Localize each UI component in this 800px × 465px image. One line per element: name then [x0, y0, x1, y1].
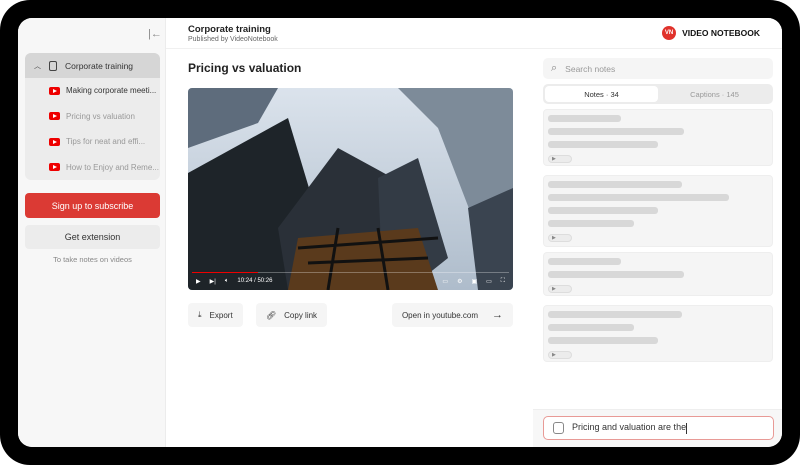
youtube-icon [49, 137, 60, 146]
playlist-item[interactable]: Pricing vs valuation [25, 104, 160, 130]
note-composer: Pricing and valuation are the [533, 409, 782, 447]
search-placeholder: Search notes [565, 63, 616, 74]
next-icon[interactable]: ▶| [210, 278, 216, 285]
settings-icon[interactable]: ⚙ [457, 278, 462, 285]
note-card[interactable]: ▶ [543, 252, 773, 296]
note-icon [553, 422, 564, 434]
video-player[interactable]: ▶ ▶| 🔈︎ 10:24 / 50:26 ▭ ⚙ ▣ ▭ ⛶ [188, 88, 513, 290]
open-youtube-label: Open in youtube.com [401, 310, 478, 320]
video-frame [188, 88, 513, 290]
logo-text: VIDEO NOTEBOOK [682, 28, 760, 38]
download-icon: ⤓ [198, 310, 202, 319]
play-icon[interactable]: ▶ [196, 278, 201, 285]
theater-icon[interactable]: ▭ [486, 278, 492, 285]
main-content: Pricing vs valuation ▶ ▶| 🔈︎ 10:24 / 50:… [166, 49, 533, 447]
logo-mark: VN [662, 26, 677, 40]
notes-panel: ⌕ Search notes Notes · 34 Captions · 145 … [533, 49, 782, 447]
video-actions: ⤓ Export 🔗︎ Copy link Open in youtube.com → [188, 303, 513, 327]
volume-icon[interactable]: 🔈︎ [225, 278, 229, 285]
youtube-icon [49, 112, 60, 121]
youtube-icon [49, 163, 60, 172]
playlist-item[interactable]: How to Enjoy and Reme... [25, 155, 160, 181]
header: Corporate training Published by VideoNot… [166, 18, 782, 49]
play-timestamp-icon[interactable]: ▶ [548, 285, 572, 293]
youtube-icon [49, 86, 60, 95]
video-title: Pricing vs valuation [188, 61, 302, 75]
captions-icon[interactable]: ▭ [442, 278, 448, 285]
playlist-header[interactable]: ︿ Corporate training [25, 53, 160, 78]
play-timestamp-icon[interactable]: ▶ [548, 234, 572, 242]
note-card[interactable]: ▶ [543, 305, 773, 362]
playlist-title: Corporate training [65, 60, 134, 71]
playlist-group: ︿ Corporate training Making corporate me… [25, 53, 160, 180]
video-controls: ▶ ▶| 🔈︎ 10:24 / 50:26 ▭ ⚙ ▣ ▭ ⛶ [188, 272, 513, 290]
notes-tabs: Notes · 34 Captions · 145 [543, 84, 773, 104]
playlist-item[interactable]: Tips for neat and effi... [25, 129, 160, 155]
export-label: Export [209, 310, 233, 320]
search-icon: ⌕ [551, 62, 558, 74]
sidebar: |← ︿ Corporate training Making corporate… [18, 18, 166, 447]
play-timestamp-icon[interactable]: ▶ [548, 155, 572, 163]
export-button[interactable]: ⤓ Export [188, 303, 243, 327]
arrow-right-icon: → [492, 309, 503, 321]
play-timestamp-icon[interactable]: ▶ [548, 351, 572, 359]
note-card[interactable]: ▶ [543, 175, 773, 247]
fullscreen-icon[interactable]: ⛶ [501, 278, 505, 285]
logo[interactable]: VN VIDEO NOTEBOOK [662, 26, 760, 40]
playlist-item[interactable]: Making corporate meeti... [25, 78, 160, 104]
video-time: 10:24 / 50:26 [237, 278, 273, 284]
course-title: Corporate training [188, 24, 271, 35]
note-input-value: Pricing and valuation are the [572, 422, 687, 433]
subscribe-button[interactable]: Sign up to subscribe [25, 193, 160, 218]
note-input[interactable]: Pricing and valuation are the [543, 416, 774, 440]
playlist-item-label: How to Enjoy and Reme... [66, 162, 159, 172]
playlist-item-label: Making corporate meeti... [66, 86, 157, 96]
link-icon: 🔗︎ [266, 310, 277, 320]
search-notes-input[interactable]: ⌕ Search notes [543, 58, 773, 79]
publisher: Published by VideoNotebook [188, 36, 278, 43]
text-caret [686, 422, 688, 434]
notebook-icon [49, 60, 57, 71]
tab-captions[interactable]: Captions · 145 [658, 86, 771, 102]
extension-hint: To take notes on videos [53, 255, 132, 264]
collapse-sidebar-icon[interactable]: |← [148, 28, 162, 40]
miniplayer-icon[interactable]: ▣ [471, 278, 477, 285]
playlist-item-label: Tips for neat and effi... [66, 137, 146, 147]
chevron-up-icon[interactable]: ︿ [34, 61, 41, 71]
get-extension-button[interactable]: Get extension [25, 225, 160, 249]
playlist-item-label: Pricing vs valuation [66, 111, 135, 121]
copy-link-label: Copy link [284, 310, 318, 320]
open-youtube-button[interactable]: Open in youtube.com → [391, 303, 513, 327]
note-card[interactable]: ▶ [543, 109, 773, 166]
copy-link-button[interactable]: 🔗︎ Copy link [256, 303, 328, 327]
app-window: |← ︿ Corporate training Making corporate… [18, 18, 782, 447]
tab-notes[interactable]: Notes · 34 [545, 86, 658, 102]
